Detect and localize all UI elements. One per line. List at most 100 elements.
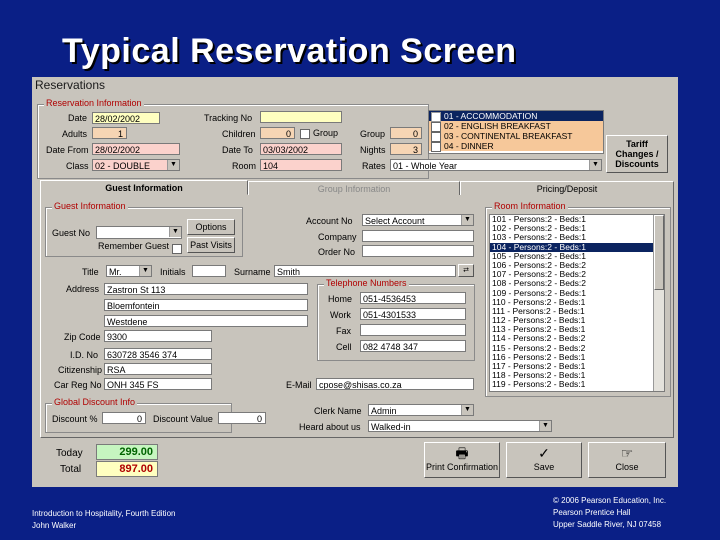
initials-field[interactable]	[192, 265, 226, 277]
rates-label: Rates	[362, 161, 386, 171]
guest-no-select[interactable]: ▼	[96, 226, 182, 239]
discount-value-field[interactable]: 0	[218, 412, 266, 424]
adults-field[interactable]: 1	[92, 127, 127, 139]
adults-label: Adults	[62, 129, 88, 139]
tab-group-information[interactable]: Group Information	[248, 181, 460, 195]
room-label: Room	[232, 161, 257, 171]
work-phone-field[interactable]: 051-4301533	[360, 308, 466, 320]
checkbox-icon[interactable]	[300, 128, 310, 139]
title-select[interactable]: Mr. ▼	[106, 265, 152, 277]
total-label: Total	[60, 464, 82, 475]
address-line-3[interactable]: Westdene	[104, 315, 308, 327]
chevron-down-icon[interactable]: ▼	[461, 215, 473, 225]
class-select[interactable]: 02 - DOUBLE ▼	[92, 159, 180, 171]
surname-field[interactable]: Smith	[274, 265, 456, 277]
guest-info-title: Guest Information	[52, 201, 128, 211]
discount-pct-field[interactable]: 0	[102, 412, 146, 424]
window-title: Reservations	[35, 78, 106, 92]
meal-plan-list[interactable]: 01 - ACCOMMODATION 02 - ENGLISH BREAKFAS…	[428, 110, 604, 154]
today-label: Today	[56, 448, 83, 459]
zip-field[interactable]: 9300	[104, 330, 212, 342]
email-field[interactable]: cpose@shisas.co.za	[316, 378, 474, 390]
cell-label: Cell	[336, 342, 352, 352]
tab-guest-information[interactable]: Guest Information	[40, 180, 248, 195]
heard-value: Walked-in	[371, 422, 411, 432]
close-label: Close	[615, 462, 639, 472]
chevron-down-icon[interactable]: ▼	[589, 160, 601, 170]
home-phone-field[interactable]: 051-4536453	[360, 292, 466, 304]
tariff-discounts-button[interactable]: Tariff Changes / Discounts	[606, 135, 668, 173]
date-to-field[interactable]: 03/03/2002	[260, 143, 342, 155]
account-no-label: Account No	[306, 216, 353, 226]
address-label: Address	[66, 284, 100, 294]
class-value: 02 - DOUBLE	[95, 161, 151, 171]
close-button[interactable]: ☞ Close	[588, 442, 666, 478]
meal-plan-item[interactable]: 04 - DINNER	[429, 141, 603, 152]
save-label: Save	[533, 462, 555, 472]
remember-guest-checkbox[interactable]	[172, 240, 185, 258]
options-button[interactable]: Options	[187, 219, 235, 235]
tracking-field[interactable]	[260, 111, 342, 123]
clerk-value: Admin	[371, 406, 397, 416]
heard-select[interactable]: Walked-in ▼	[368, 420, 552, 432]
save-button[interactable]: ✓ Save	[506, 442, 582, 478]
telephone-title: Telephone Numbers	[324, 278, 409, 288]
meal-plan-item[interactable]: 03 - CONTINENTAL BREAKFAST	[429, 131, 603, 142]
chevron-down-icon[interactable]: ▼	[169, 227, 181, 237]
chevron-down-icon[interactable]: ▼	[539, 421, 551, 431]
id-field[interactable]: 630728 3546 374	[104, 348, 212, 360]
past-visits-button[interactable]: Past Visits	[187, 237, 235, 253]
date-field[interactable]: 28/02/2002	[92, 112, 160, 124]
citizenship-field[interactable]: RSA	[104, 363, 212, 375]
title-label: Title	[82, 267, 99, 277]
discount-pct-label: Discount %	[52, 414, 98, 424]
room-list-item[interactable]: 119 - Persons:2 - Beds:1	[490, 380, 655, 389]
date-to-label: Date To	[222, 145, 253, 155]
chevron-down-icon[interactable]: ▼	[139, 266, 151, 276]
children-field[interactable]: 0	[260, 127, 295, 139]
home-label: Home	[328, 294, 353, 304]
rates-select[interactable]: 01 - Whole Year ▼	[390, 159, 602, 171]
room-field[interactable]: 104	[260, 159, 342, 171]
group-check-label: Group	[313, 128, 339, 138]
cell-phone-field[interactable]: 082 4748 347	[360, 340, 466, 352]
tab-pricing-deposit[interactable]: Pricing/Deposit	[460, 181, 674, 195]
surname-label: Surname	[234, 267, 271, 277]
nights-field[interactable]: 3	[390, 143, 422, 155]
fax-label: Fax	[336, 326, 352, 336]
car-reg-field[interactable]: ONH 345 FS	[104, 378, 212, 390]
room-list[interactable]: 101 - Persons:2 - Beds:1 102 - Persons:2 …	[489, 214, 665, 392]
title-value: Mr.	[109, 267, 122, 277]
address-line-1[interactable]: Zastron St 113	[104, 283, 308, 295]
account-no-value: Select Account	[365, 216, 425, 226]
rates-value: 01 - Whole Year	[393, 161, 458, 171]
footer-copyright: © 2006 Pearson Education, Inc.	[553, 496, 667, 505]
group-field[interactable]: 0	[390, 127, 422, 139]
order-no-label: Order No	[318, 247, 356, 257]
date-from-field[interactable]: 28/02/2002	[92, 143, 180, 155]
date-label: Date	[68, 113, 88, 123]
chevron-down-icon[interactable]: ▼	[461, 405, 473, 415]
surname-search-button[interactable]: ⇄	[458, 264, 474, 277]
slide-title: Typical Reservation Screen	[62, 32, 517, 70]
citizenship-label: Citizenship	[58, 365, 103, 375]
order-no-field[interactable]	[362, 245, 474, 257]
room-list-scrollbar[interactable]	[653, 215, 664, 391]
account-no-select[interactable]: Select Account ▼	[362, 214, 474, 226]
footer-right: © 2006 Pearson Education, Inc. Pearson P…	[553, 495, 666, 531]
meal-plan-item[interactable]: 02 - ENGLISH BREAKFAST	[429, 121, 603, 132]
initials-label: Initials	[160, 267, 186, 277]
clerk-select[interactable]: Admin ▼	[368, 404, 474, 416]
date-from-label: Date From	[46, 145, 89, 155]
print-confirmation-button[interactable]: 🖶 Print Confirmation	[424, 442, 500, 478]
chevron-down-icon[interactable]: ▼	[167, 160, 179, 170]
fax-field[interactable]	[360, 324, 466, 336]
address-line-2[interactable]: Bloemfontein	[104, 299, 308, 311]
group-checkbox[interactable]: Group	[300, 128, 338, 139]
tracking-label: Tracking No	[204, 113, 253, 123]
children-label: Children	[222, 129, 256, 139]
meal-plan-item[interactable]: 01 - ACCOMMODATION	[429, 111, 603, 122]
scrollbar-thumb[interactable]	[654, 215, 664, 290]
zip-label: Zip Code	[64, 332, 101, 342]
company-field[interactable]	[362, 230, 474, 242]
